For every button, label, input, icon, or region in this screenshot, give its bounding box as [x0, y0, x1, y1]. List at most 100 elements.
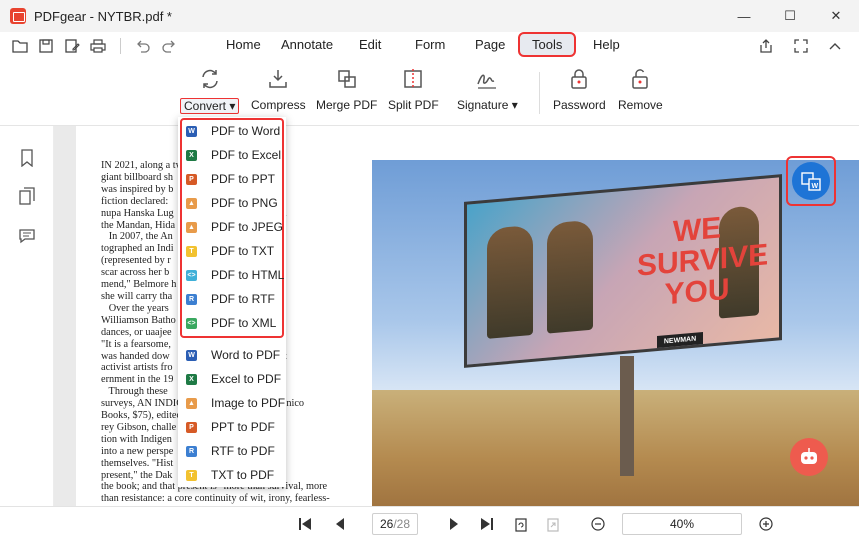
- tab-edit[interactable]: Edit: [359, 37, 381, 52]
- redo-icon[interactable]: [159, 36, 179, 56]
- signature-label: Signature ▾: [457, 98, 518, 112]
- save-icon[interactable]: [36, 36, 56, 56]
- menu-item-label: Excel to PDF: [211, 372, 282, 386]
- word-icon: W: [186, 349, 197, 361]
- menu-item-label: Image to PDF: [211, 396, 286, 410]
- fullscreen-icon[interactable]: [791, 36, 811, 56]
- menu-item-label: PDF to XML: [211, 316, 277, 330]
- billboard: WE SURVIVE YOU NEWMAN: [464, 174, 782, 368]
- article-line: than resistance: a core continuity of wi…: [101, 493, 330, 505]
- menu-item-ppt-to-pdf[interactable]: P PPT to PDF: [186, 417, 275, 437]
- billboard-pole: [620, 356, 634, 476]
- split-icon: [400, 66, 426, 92]
- open-folder-icon[interactable]: [10, 36, 30, 56]
- menu-item-word-to-pdf[interactable]: W Word to PDF: [186, 345, 280, 365]
- menu-item-pdf-to-xml[interactable]: <> PDF to XML: [186, 313, 276, 333]
- menu-item-pdf-to-excel[interactable]: X PDF to Excel: [186, 145, 281, 165]
- minimize-button[interactable]: —: [721, 0, 767, 32]
- tab-tools[interactable]: Tools: [518, 32, 577, 57]
- tab-home[interactable]: Home: [226, 37, 261, 52]
- menu-item-txt-to-pdf[interactable]: T TXT to PDF: [186, 465, 274, 485]
- tab-page[interactable]: Page: [475, 37, 505, 52]
- convert-dropdown-menu: W PDF to Word X PDF to Excel P PDF to PPT ▲ PDF…: [178, 117, 286, 487]
- menu-item-label: PDF to JPEG: [211, 220, 284, 234]
- export-page-icon[interactable]: [544, 514, 562, 534]
- menu-item-pdf-to-ppt[interactable]: P PDF to PPT: [186, 169, 275, 189]
- password-button[interactable]: Password: [553, 66, 606, 112]
- ppt-icon: P: [186, 421, 197, 433]
- html-icon: <>: [186, 269, 197, 281]
- lock-icon: [566, 66, 592, 92]
- menu-item-pdf-to-png[interactable]: ▲ PDF to PNG: [186, 193, 278, 213]
- convert-button[interactable]: Convert ▾: [180, 66, 240, 114]
- menu-item-label: TXT to PDF: [211, 468, 275, 482]
- page-number-input[interactable]: 26/28: [372, 513, 418, 535]
- convert-icon: [197, 66, 223, 92]
- thumbnails-icon[interactable]: [17, 186, 37, 206]
- collapse-ribbon-icon[interactable]: [825, 36, 845, 56]
- tools-ribbon: Convert ▾ Compress Merge PDF Split PDF S…: [0, 60, 859, 126]
- document-viewer[interactable]: IN 2021, along a tw an, N.D., agiant bil…: [54, 126, 859, 506]
- maximize-button[interactable]: ☐: [767, 0, 813, 32]
- tab-help[interactable]: Help: [593, 37, 620, 52]
- menu-item-excel-to-pdf[interactable]: X Excel to PDF: [186, 369, 281, 389]
- status-bar: 26/28 40%: [0, 506, 859, 540]
- first-page-icon[interactable]: [296, 514, 314, 534]
- close-button[interactable]: ✕: [813, 0, 859, 32]
- txt-icon: T: [186, 469, 197, 481]
- undo-icon[interactable]: [133, 36, 153, 56]
- last-page-icon[interactable]: [478, 514, 496, 534]
- excel-icon: X: [186, 149, 197, 161]
- ribbon-divider: [539, 72, 540, 114]
- rotate-page-icon[interactable]: [512, 514, 530, 534]
- comments-icon[interactable]: [17, 226, 37, 246]
- menu-item-pdf-to-word[interactable]: W PDF to Word: [186, 121, 280, 141]
- menu-item-pdf-to-jpeg[interactable]: ▲ PDF to JPEG: [186, 217, 283, 237]
- next-page-icon[interactable]: [446, 514, 462, 534]
- merge-pdf-button[interactable]: Merge PDF: [316, 66, 377, 112]
- share-icon[interactable]: [757, 36, 777, 56]
- zoom-level-input[interactable]: 40%: [622, 513, 742, 535]
- unlock-icon: [627, 66, 653, 92]
- convert-to-word-button[interactable]: W: [786, 156, 836, 206]
- menu-item-label: RTF to PDF: [211, 444, 275, 458]
- menu-bar: Home Annotate Edit Form Page Tools Help: [0, 32, 859, 60]
- menu-item-label: PDF to Excel: [211, 148, 282, 162]
- window-title: PDFgear - NYTBR.pdf *: [34, 8, 172, 24]
- toolbar-divider: [120, 38, 121, 54]
- signature-button[interactable]: Signature ▾: [457, 66, 518, 112]
- menu-item-rtf-to-pdf[interactable]: R RTF to PDF: [186, 441, 275, 461]
- merge-pdf-label: Merge PDF: [316, 98, 378, 112]
- compress-button[interactable]: Compress: [251, 66, 306, 112]
- menu-item-pdf-to-html[interactable]: <> PDF to HTML: [186, 265, 284, 285]
- signature-icon: [474, 66, 500, 92]
- billboard-figure: [547, 219, 593, 334]
- menu-item-label: PPT to PDF: [211, 420, 275, 434]
- rtf-icon: R: [186, 445, 197, 457]
- menu-item-pdf-to-rtf[interactable]: R PDF to RTF: [186, 289, 275, 309]
- robot-icon: [801, 448, 817, 464]
- remove-button[interactable]: Remove: [618, 66, 663, 112]
- menu-item-image-to-pdf[interactable]: ▲ Image to PDF: [186, 393, 285, 413]
- ppt-icon: P: [186, 173, 197, 185]
- billboard-slogan: WE SURVIVE YOU: [637, 211, 769, 312]
- previous-page-icon[interactable]: [332, 514, 348, 534]
- excel-icon: X: [186, 373, 197, 385]
- png-icon: ▲: [186, 197, 197, 209]
- save-as-icon[interactable]: [62, 36, 82, 56]
- zoom-out-icon[interactable]: [590, 514, 606, 534]
- print-icon[interactable]: [88, 36, 108, 56]
- ai-assistant-button[interactable]: [790, 438, 828, 476]
- split-pdf-button[interactable]: Split PDF: [388, 66, 439, 112]
- left-sidebar: [0, 126, 54, 521]
- tab-annotate[interactable]: Annotate: [281, 37, 333, 52]
- billboard-plate: NEWMAN: [657, 332, 703, 349]
- xml-icon: <>: [186, 317, 197, 329]
- title-bar: PDFgear - NYTBR.pdf * — ☐ ✕: [0, 0, 859, 32]
- tab-form[interactable]: Form: [415, 37, 445, 52]
- zoom-in-icon[interactable]: [758, 514, 774, 534]
- bookmark-icon[interactable]: [17, 148, 37, 168]
- menu-item-label: PDF to RTF: [211, 292, 275, 306]
- image-icon: ▲: [186, 397, 197, 409]
- menu-item-pdf-to-txt[interactable]: T PDF to TXT: [186, 241, 274, 261]
